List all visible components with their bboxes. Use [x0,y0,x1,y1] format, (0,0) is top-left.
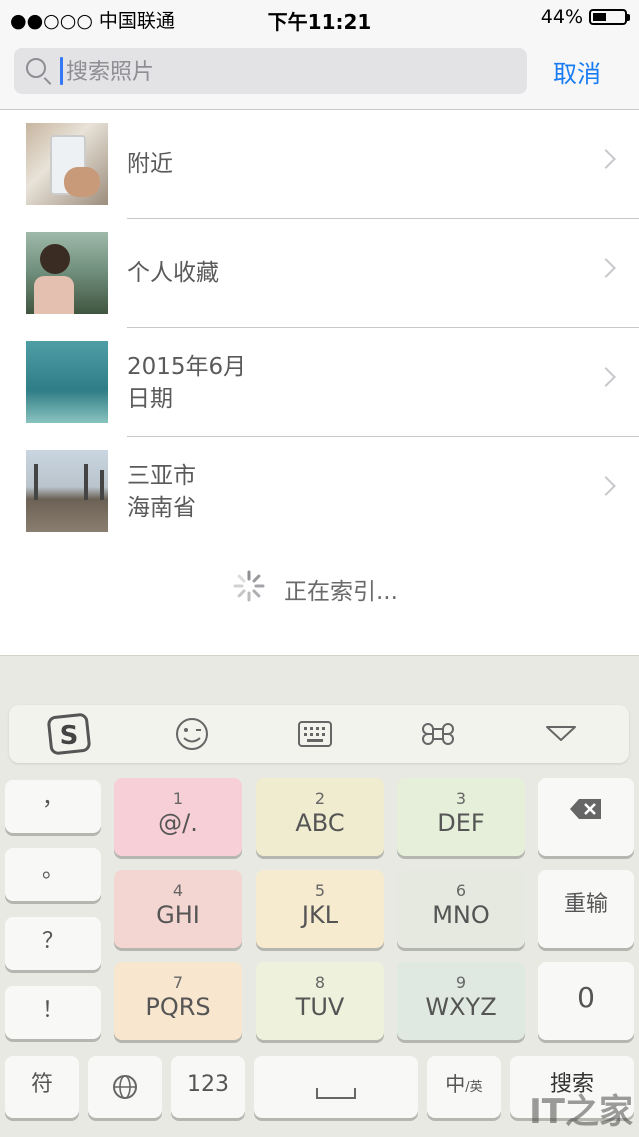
space-icon [316,1088,356,1099]
language-toggle-key[interactable]: 中/英 [427,1056,501,1118]
svg-text:S: S [60,721,79,751]
search-icon [26,58,46,78]
key-8[interactable]: 8 TUV [256,962,384,1040]
status-bar: ●●○○○ 中国联通 下午11:21 44% [0,0,639,36]
search-field[interactable] [14,48,527,94]
key-9[interactable]: 9 WXYZ [397,962,525,1040]
result-title: 2015年6月 [127,354,247,380]
backspace-icon [570,799,601,819]
backspace-key[interactable] [538,778,634,856]
result-title: 附近 [127,151,173,177]
search-bar: 取消 [0,36,639,110]
key-5[interactable]: 5 JKL [256,870,384,948]
text-caret [60,57,63,85]
result-title: 三亚市 [127,463,196,489]
thumbnail [26,123,108,205]
spinner-icon [233,570,265,602]
battery-icon [589,9,630,25]
command-icon[interactable] [398,705,478,763]
globe-key[interactable] [88,1056,162,1118]
emoji-icon[interactable] [152,705,232,763]
key-question[interactable]: ？ [5,917,101,970]
result-row-place[interactable]: 三亚市 海南省 [0,437,639,546]
chevron-right-icon [596,258,616,278]
key-exclaim[interactable]: ！ [5,986,101,1039]
key-7[interactable]: 7 PQRS [114,962,242,1040]
sogou-logo-icon[interactable]: S [29,705,109,763]
key-1[interactable]: 1 @/. [114,778,242,856]
numbers-key[interactable]: 123 [171,1056,245,1118]
sogou-keyboard: S ， 。 ？ ！ 1 @/. 2 ABC 3 DEF 4 GHI 5 JKL 6 MNO … [0,655,639,1137]
result-row-nearby[interactable]: 附近 [0,110,639,219]
chevron-right-icon [596,149,616,169]
symbols-key[interactable]: 符 [5,1056,79,1118]
indexing-text: 正在索引... [284,579,398,605]
thumbnail [26,341,108,423]
watermark: IT之家 [529,1092,633,1132]
chevron-right-icon [596,476,616,496]
keyboard-icon[interactable] [275,705,355,763]
key-3[interactable]: 3 DEF [397,778,525,856]
key-0[interactable]: 0 [538,962,634,1040]
collapse-icon[interactable] [521,705,601,763]
thumbnail [26,450,108,532]
results-list: 附近 个人收藏 2015年6月 日期 三亚市 海南省 正在索引... [0,110,639,655]
space-key[interactable] [254,1056,418,1118]
thumbnail [26,232,108,314]
search-input[interactable] [64,54,508,90]
keyboard-toolbar: S [9,705,629,763]
result-subtitle: 海南省 [127,495,196,521]
reinput-key[interactable]: 重输 [538,870,634,948]
result-row-favorites[interactable]: 个人收藏 [0,219,639,328]
key-4[interactable]: 4 GHI [114,870,242,948]
result-row-date[interactable]: 2015年6月 日期 [0,328,639,437]
globe-icon [113,1075,137,1099]
result-subtitle: 日期 [127,386,173,412]
chevron-right-icon [596,367,616,387]
result-title: 个人收藏 [127,260,219,286]
key-6[interactable]: 6 MNO [397,870,525,948]
key-2[interactable]: 2 ABC [256,778,384,856]
battery-percent: 44% [540,6,583,28]
indexing-status: 正在索引... [0,566,639,616]
cancel-button[interactable]: 取消 [553,54,601,89]
key-comma[interactable]: ， [5,780,101,833]
key-period[interactable]: 。 [5,848,101,901]
